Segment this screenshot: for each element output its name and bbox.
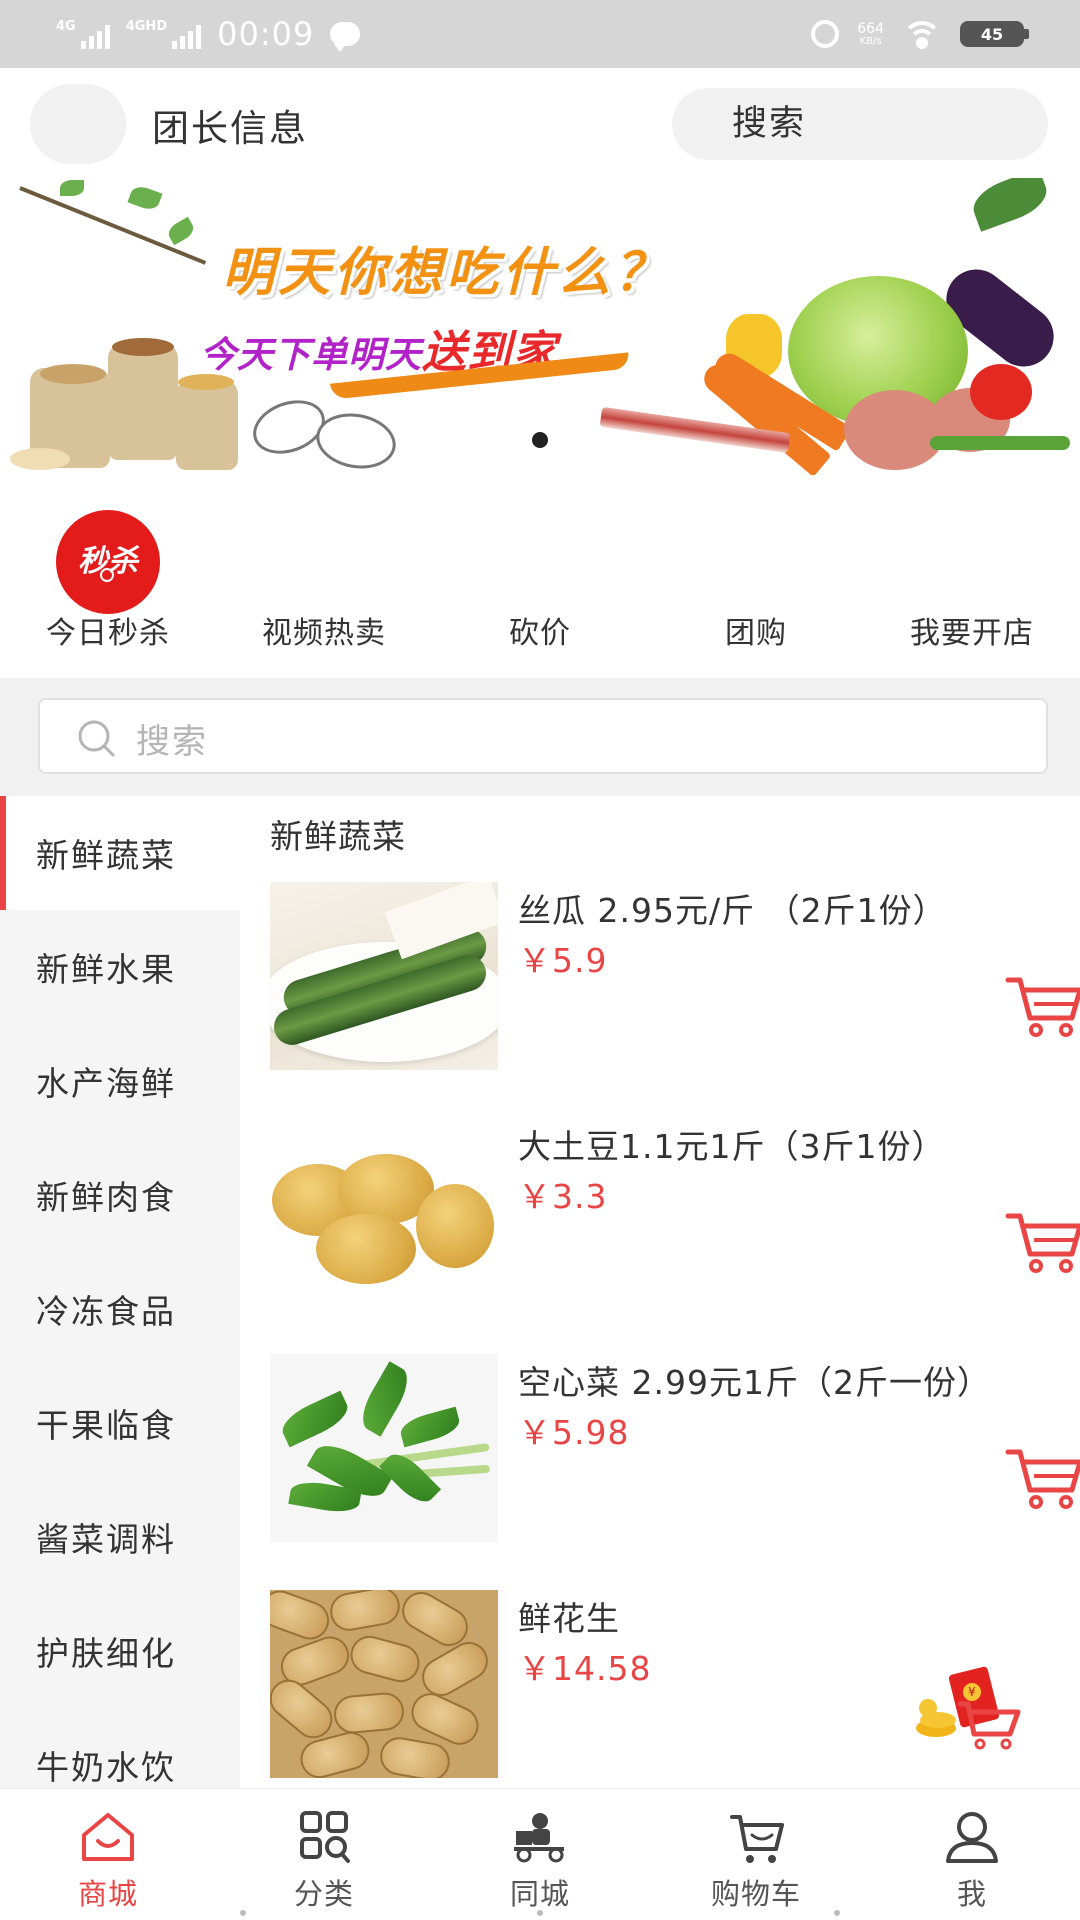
alarm-icon bbox=[811, 20, 840, 48]
product-item[interactable]: 空心菜 2.99元1斤（2斤一份） ￥5.98 bbox=[270, 1354, 1080, 1564]
add-to-cart-icon[interactable] bbox=[1004, 1210, 1080, 1276]
leaf-decoration bbox=[967, 178, 1053, 232]
flash-sale-icon[interactable]: 秒杀 bbox=[56, 510, 160, 614]
user-icon bbox=[946, 1812, 998, 1863]
potato-illustration bbox=[844, 390, 946, 470]
section-title: 新鲜蔬菜 bbox=[270, 817, 406, 856]
category-seafood[interactable]: 水产海鲜 bbox=[0, 1024, 240, 1138]
category-pickles-seasoning[interactable]: 酱菜调料 bbox=[0, 1480, 240, 1594]
red-packet-promo-icon[interactable]: ¥ bbox=[914, 1664, 1024, 1750]
product-name: 丝瓜 2.95元/斤 （2斤1份） bbox=[518, 891, 947, 930]
nut-pile bbox=[112, 338, 174, 356]
page-indicator-dot bbox=[537, 1910, 543, 1916]
header-search-button[interactable]: 搜索 bbox=[672, 88, 1048, 160]
chat-notification-icon bbox=[330, 22, 361, 52]
nut-sack bbox=[176, 380, 238, 470]
search-placeholder: 搜索 bbox=[136, 722, 208, 762]
leaf-decoration bbox=[165, 216, 197, 246]
leaf-decoration bbox=[930, 436, 1070, 450]
page-indicator-dot bbox=[834, 1910, 840, 1916]
signal-icon: 4GHD bbox=[125, 19, 202, 49]
category-dried-fruit[interactable]: 干果临食 bbox=[0, 1366, 240, 1480]
speed-unit: KB/s bbox=[859, 35, 882, 47]
search-icon bbox=[78, 720, 115, 757]
signal-icon: 4G bbox=[56, 19, 110, 49]
peanut-image[interactable] bbox=[270, 1590, 498, 1778]
category-fresh-fruit[interactable]: 新鲜水果 bbox=[0, 910, 240, 1024]
clock: 00:09 bbox=[217, 15, 315, 53]
leader-avatar[interactable] bbox=[30, 84, 126, 164]
tab-label: 分类 bbox=[293, 1877, 354, 1911]
quick-nav-video-hot[interactable]: 视频热卖 bbox=[216, 608, 432, 652]
tab-label: 我 bbox=[956, 1877, 987, 1911]
leaf-decoration bbox=[127, 183, 163, 213]
svg-text:¥: ¥ bbox=[968, 1685, 976, 1699]
wifi-icon bbox=[902, 19, 942, 49]
tab-mall[interactable]: 商城 bbox=[0, 1789, 216, 1920]
quick-nav: 秒杀 今日秒杀 视频热卖 砍价 团购 我要开店 bbox=[0, 480, 1080, 678]
banner-title: 明天你想吃什么？ bbox=[222, 243, 671, 303]
category-skincare[interactable]: 护肤细化 bbox=[0, 1594, 240, 1708]
category-fresh-meat[interactable]: 新鲜肉食 bbox=[0, 1138, 240, 1252]
leader-info-link[interactable]: 团长信息 bbox=[152, 98, 308, 152]
tab-label: 商城 bbox=[77, 1877, 138, 1911]
quick-nav-open-store[interactable]: 我要开店 bbox=[864, 608, 1080, 652]
luffa-image[interactable] bbox=[270, 882, 498, 1070]
potato-image[interactable] bbox=[270, 1118, 498, 1306]
network-speed: 664 KB/s bbox=[857, 22, 884, 47]
product-price: ￥3.3 bbox=[518, 1177, 608, 1216]
add-to-cart-icon[interactable] bbox=[1004, 1446, 1080, 1512]
product-name: 鲜花生 bbox=[518, 1599, 620, 1638]
battery-level: 45 bbox=[980, 24, 1004, 44]
category-frozen-food[interactable]: 冷冻食品 bbox=[0, 1252, 240, 1366]
tab-category[interactable]: 分类 bbox=[216, 1789, 432, 1920]
product-price: ￥14.58 bbox=[518, 1649, 652, 1688]
product-list: 新鲜蔬菜 丝瓜 2.95元/斤 （2斤1份） ￥5.9 大土豆1.1元1斤（3斤… bbox=[240, 796, 1080, 1788]
product-name: 空心菜 2.99元1斤（2斤一份） bbox=[518, 1363, 991, 1402]
page-indicator-dot bbox=[240, 1910, 246, 1916]
search-input[interactable]: 搜索 bbox=[38, 698, 1048, 774]
network-label-1: 4G bbox=[56, 19, 76, 34]
category-fresh-vegetables[interactable]: 新鲜蔬菜 bbox=[0, 796, 240, 910]
cart-icon bbox=[730, 1815, 784, 1863]
tab-cart[interactable]: 购物车 bbox=[648, 1789, 864, 1920]
battery-icon: 45 bbox=[960, 21, 1029, 47]
carousel-indicator[interactable] bbox=[532, 432, 548, 448]
product-item[interactable]: 大土豆1.1元1斤（3斤1份） ￥3.3 bbox=[270, 1118, 1080, 1328]
quick-nav-flash-sale[interactable]: 今日秒杀 bbox=[0, 608, 216, 652]
bottom-tab-bar: 商城 分类 同城 购物车 我 bbox=[0, 1788, 1080, 1920]
banner-subtitle-part1: 今天下单明天 bbox=[200, 335, 423, 376]
water-spinach-image[interactable] bbox=[270, 1354, 498, 1542]
category-milk-drinks[interactable]: 牛奶水饮 bbox=[0, 1708, 240, 1788]
tab-label: 同城 bbox=[509, 1877, 570, 1911]
product-price: ￥5.9 bbox=[518, 941, 608, 980]
quick-nav-group-buy[interactable]: 团购 bbox=[648, 608, 864, 652]
network-label-2: 4GHD bbox=[125, 19, 168, 34]
tomato-illustration bbox=[970, 364, 1032, 420]
app-header: 团长信息 搜索 bbox=[0, 68, 1080, 178]
home-icon bbox=[82, 1813, 134, 1861]
quick-nav-bargain[interactable]: 砍价 bbox=[432, 608, 648, 652]
delivery-icon bbox=[514, 1813, 564, 1863]
product-price: ￥5.98 bbox=[518, 1413, 630, 1452]
tab-me[interactable]: 我 bbox=[864, 1789, 1080, 1920]
tab-label: 购物车 bbox=[710, 1877, 801, 1911]
nut-pile bbox=[40, 364, 106, 384]
speed-value: 664 bbox=[857, 20, 884, 37]
nut-sack bbox=[108, 344, 178, 460]
category-sidebar: 新鲜蔬菜 新鲜水果 水产海鲜 新鲜肉食 冷冻食品 干果临食 酱菜调料 护肤细化 … bbox=[0, 796, 240, 1788]
add-to-cart-icon[interactable] bbox=[1004, 974, 1080, 1040]
category-icon bbox=[300, 1811, 350, 1863]
search-band: 搜索 bbox=[0, 678, 1080, 796]
nut-pile bbox=[10, 448, 70, 470]
leaf-decoration bbox=[60, 180, 84, 196]
status-bar-left: 4G 4GHD 00:09 bbox=[56, 12, 361, 56]
status-bar: 4G 4GHD 00:09 664 KB/s 45 bbox=[0, 0, 1080, 68]
tab-local[interactable]: 同城 bbox=[432, 1789, 648, 1920]
pistachio-illustration bbox=[311, 407, 401, 475]
status-bar-right: 664 KB/s 45 bbox=[811, 14, 1029, 54]
promo-banner[interactable]: 明天你想吃什么？ 今天下单明天送到家 bbox=[0, 178, 1080, 480]
product-item[interactable]: 丝瓜 2.95元/斤 （2斤1份） ￥5.9 bbox=[270, 882, 1080, 1092]
product-name: 大土豆1.1元1斤（3斤1份） bbox=[518, 1127, 946, 1166]
